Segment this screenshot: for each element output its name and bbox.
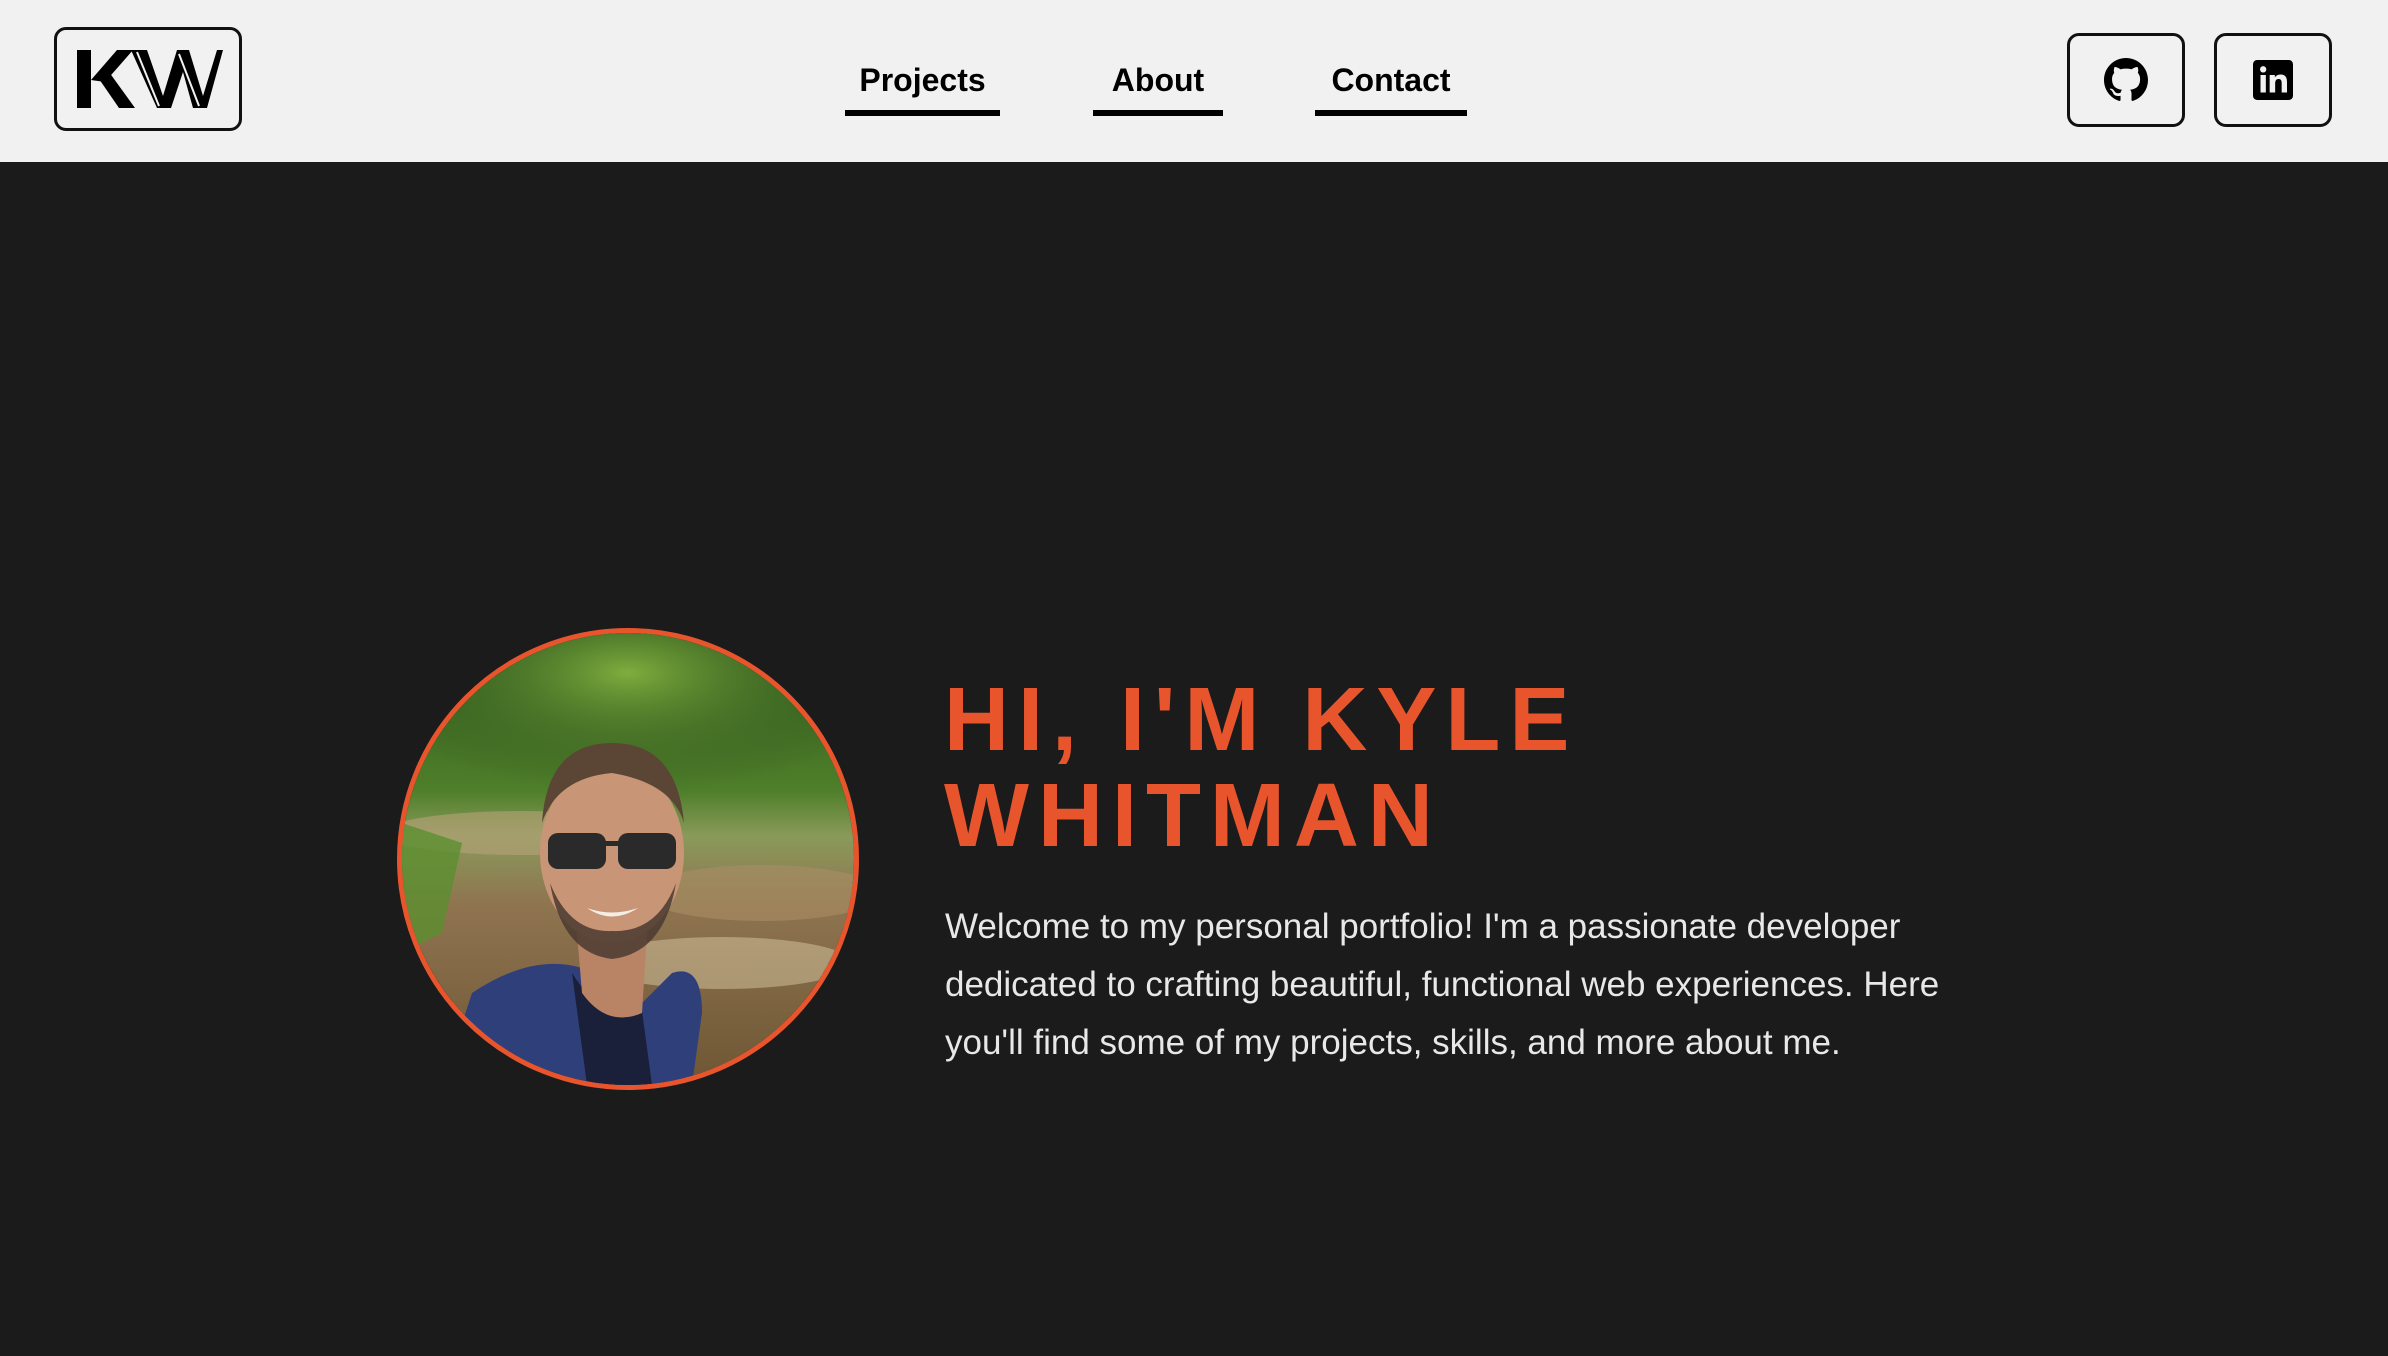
nav-about-link[interactable]: About: [1093, 58, 1223, 116]
profile-photo: [397, 628, 859, 1090]
hero-intro-text: Welcome to my personal portfolio! I'm a …: [945, 907, 1940, 1062]
github-icon: [2104, 58, 2148, 101]
nav-contact-link[interactable]: Contact: [1315, 58, 1467, 116]
linkedin-icon: [2253, 60, 2293, 100]
kw-monogram-logo: [77, 50, 223, 108]
headline-line-2: WHITMAN: [944, 766, 1442, 866]
profile-photo-image: [402, 633, 854, 1085]
hero-headline: HI, I'M KYLE WHITMAN: [944, 672, 2044, 864]
site-header: Projects About Contact: [0, 0, 2388, 162]
linkedin-button[interactable]: [2214, 33, 2332, 127]
home-logo-link[interactable]: [54, 27, 242, 131]
nav-projects-link[interactable]: Projects: [845, 58, 1000, 116]
github-button[interactable]: [2067, 33, 2185, 127]
headline-line-1: HI, I'M KYLE: [944, 670, 1579, 770]
